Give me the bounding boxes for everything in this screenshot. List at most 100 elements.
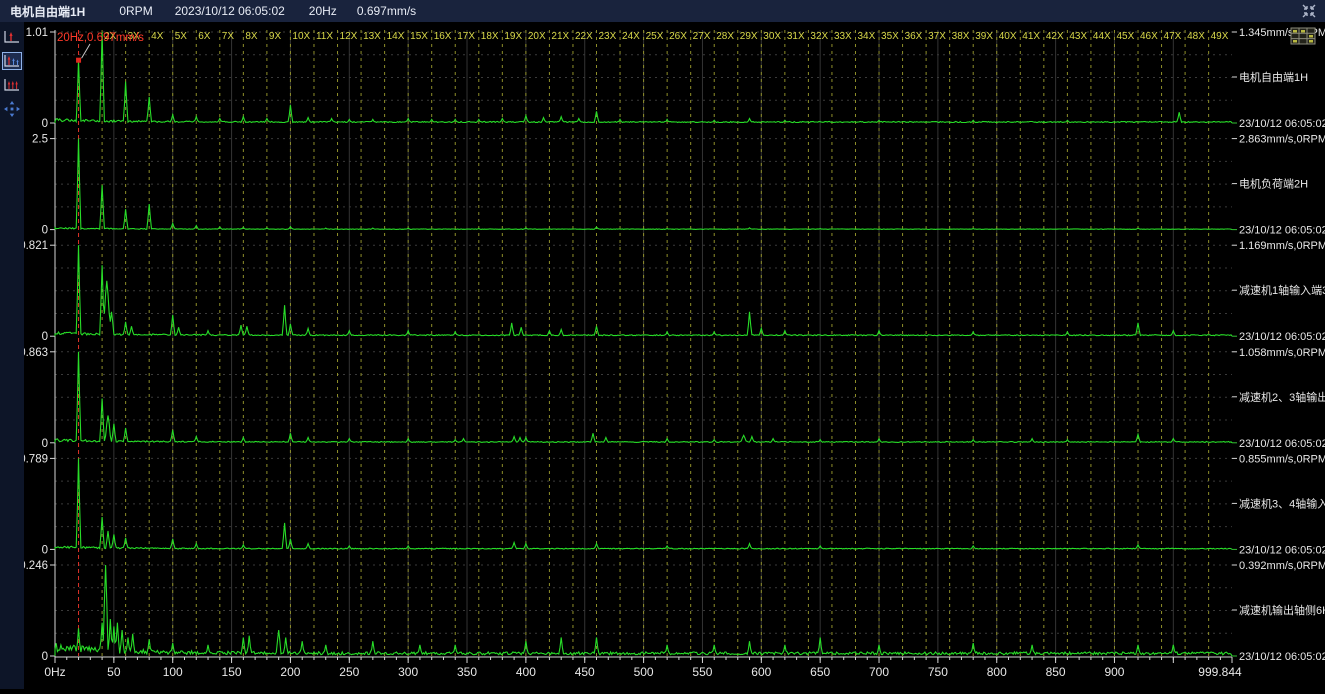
spectrum-plot-area: 0Hz5010015020025030035040045050055060065… xyxy=(24,22,1325,689)
harmonic-order-label: 29X xyxy=(740,31,758,42)
titlebar-datetime: 2023/10/12 06:05:02 xyxy=(175,4,285,18)
x-axis-tick-label: 999.844 xyxy=(1198,665,1242,679)
harmonic-order-label: 36X xyxy=(905,31,923,42)
y-max-label: 0.789 xyxy=(24,453,48,465)
x-axis-tick-label: 500 xyxy=(634,665,654,679)
titlebar-amplitude: 0.697mm/s xyxy=(357,4,416,18)
harmonic-order-label: 27X xyxy=(693,31,711,42)
titlebar-frequency: 20Hz xyxy=(309,4,337,18)
y-max-label: 0.863 xyxy=(24,347,48,359)
spectra-svg: 0Hz5010015020025030035040045050055060065… xyxy=(24,22,1325,689)
cursor-annotation-text: 20Hz,0.697mm/s xyxy=(57,32,144,44)
y-axis-labels-chart3: 0.8210 xyxy=(24,240,55,343)
y-axis-labels-chart4: 0.863 0 xyxy=(24,347,55,450)
y-zero-label: 0 xyxy=(42,331,48,343)
harmonic-order-label: 30X xyxy=(763,31,781,42)
harmonic-order-label: 8X xyxy=(245,31,258,42)
y-axis-labels-chart5: 0.7890 xyxy=(24,453,55,556)
harmonic-cursor-icon xyxy=(3,53,21,69)
harmonic-order-label: 34X xyxy=(857,31,875,42)
harmonic-order-label: 45X xyxy=(1116,31,1134,42)
harmonic-order-label: 15X xyxy=(410,31,428,42)
harmonic-order-label: 47X xyxy=(1164,31,1182,42)
titlebar-channel: 电机自由端1H xyxy=(10,3,85,20)
channel-amplitude-label: 0.855mm/s,0RPM xyxy=(1239,453,1325,465)
harmonic-order-label: 7X xyxy=(222,31,235,42)
harmonic-order-label: 33X xyxy=(834,31,852,42)
harmonic-order-label: 48X xyxy=(1187,31,1205,42)
cursor-peak-marker[interactable] xyxy=(76,58,81,63)
harmonic-order-label: 40X xyxy=(999,31,1017,42)
y-axis-labels-chart2: 2.50 xyxy=(32,134,55,237)
y-max-label: 1.01 xyxy=(26,27,48,39)
harmonic-order-label: 11X xyxy=(316,31,333,42)
channel-timestamp-label: 23/10/12 06:05:02 xyxy=(1239,118,1325,130)
cursor-annotation[interactable]: 20Hz,0.697mm/s xyxy=(57,32,144,63)
multi-cursor-icon xyxy=(3,77,21,93)
channel-timestamp-label: 23/10/12 06:05:02 xyxy=(1239,331,1325,343)
right-labels-chart6: 0.392mm/s,0RPM 减速机输出轴侧6H 23/10/12 06:05:02 xyxy=(1232,560,1325,663)
harmonic-order-label: 43X xyxy=(1069,31,1087,42)
channel-name-label: 电机负荷端2H xyxy=(1239,177,1308,191)
channel-amplitude-label: 2.863mm/s,0RPM xyxy=(1239,134,1325,146)
harmonic-order-label: 24X xyxy=(622,31,640,42)
data-table-icon[interactable] xyxy=(1291,28,1315,44)
toolbar-sidebar xyxy=(0,22,24,689)
harmonic-order-label: 35X xyxy=(881,31,899,42)
right-labels-chart5: 0.855mm/s,0RPM 减速机3、4轴输入端5V 23/10/12 06:05… xyxy=(1232,453,1325,556)
harmonic-order-label: 12X xyxy=(340,31,358,42)
title-bar: 电机自由端1H 0RPM 2023/10/12 06:05:02 20Hz 0.… xyxy=(0,0,1325,22)
harmonic-cursor-tool-button[interactable] xyxy=(2,52,22,70)
y-zero-label: 0 xyxy=(42,651,48,663)
x-axis-tick-label: 100 xyxy=(163,665,183,679)
y-zero-label: 0 xyxy=(42,225,48,237)
y-zero-label: 0 xyxy=(42,438,48,450)
x-axis-tick-label: 800 xyxy=(987,665,1007,679)
right-labels-chart3: 1.169mm/s,0RPM减速机1轴输入端3H23/10/12 06:05:0… xyxy=(1232,240,1325,343)
channel-name-label: 减速机1轴输入端3H xyxy=(1239,283,1325,297)
harmonic-order-label: 10X xyxy=(292,31,310,42)
x-axis-tick-label: 150 xyxy=(222,665,242,679)
harmonic-order-label: 31X xyxy=(787,31,805,42)
x-axis-tick-label: 50 xyxy=(107,665,121,679)
harmonic-order-label: 17X xyxy=(457,31,475,42)
channel-amplitude-label: 0.392mm/s,0RPM xyxy=(1239,560,1325,572)
x-axis-tick-label: 550 xyxy=(692,665,712,679)
channel-timestamp-label: 23/10/12 06:05:02 xyxy=(1239,651,1325,663)
harmonic-order-label: 41X xyxy=(1022,31,1040,42)
channel-name-label: 减速机3、4轴输入端5V xyxy=(1239,496,1325,510)
harmonic-order-label: 28X xyxy=(716,31,734,42)
x-axis-ticks xyxy=(55,657,1232,663)
harmonic-order-label: 23X xyxy=(599,31,617,42)
harmonic-cursor-lines xyxy=(102,30,1209,656)
titlebar-rpm: 0RPM xyxy=(119,4,152,18)
harmonic-order-label: 39X xyxy=(975,31,993,42)
harmonic-order-label: 14X xyxy=(387,31,405,42)
harmonic-order-label: 49X xyxy=(1211,31,1229,42)
x-axis-tick-label: 600 xyxy=(751,665,771,679)
x-axis-tick-label: 650 xyxy=(810,665,830,679)
harmonic-order-label: 9X xyxy=(269,31,282,42)
channel-name-label: 电机自由端1H xyxy=(1239,70,1308,84)
x-axis-tick-label: 850 xyxy=(1046,665,1066,679)
harmonic-order-label: 20X xyxy=(528,31,546,42)
channel-timestamp-label: 23/10/12 06:05:02 xyxy=(1239,225,1325,237)
multi-cursor-tool-button[interactable] xyxy=(2,76,22,94)
collapse-window-icon[interactable] xyxy=(1301,3,1317,19)
harmonic-order-label: 5X xyxy=(175,31,188,42)
harmonic-order-label: 42X xyxy=(1046,31,1064,42)
channel-timestamp-label: 23/10/12 06:05:02 xyxy=(1239,544,1325,556)
channel-name-label: 减速机输出轴侧6H xyxy=(1239,603,1325,617)
harmonic-order-label: 38X xyxy=(952,31,970,42)
single-cursor-tool-button[interactable] xyxy=(2,28,22,46)
harmonic-order-label: 44X xyxy=(1093,31,1111,42)
y-max-label: 2.5 xyxy=(32,134,48,146)
x-axis-tick-label: 350 xyxy=(457,665,477,679)
pan-tool-button[interactable] xyxy=(2,100,22,118)
harmonic-order-label: 16X xyxy=(434,31,452,42)
right-labels-chart4: 1.058mm/s,0RPM减速机2、3轴输出端4A23/10/12 06:05… xyxy=(1232,347,1325,450)
x-axis-tick-label: 250 xyxy=(339,665,359,679)
channel-amplitude-label: 1.058mm/s,0RPM xyxy=(1239,347,1325,359)
y-axis-labels-chart1: 1.010 xyxy=(26,27,55,130)
single-cursor-icon xyxy=(3,29,21,45)
